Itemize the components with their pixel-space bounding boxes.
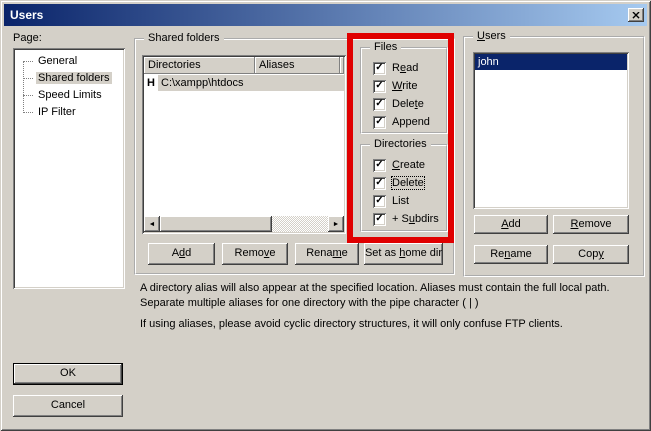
write-checkbox[interactable]: ✓: [373, 80, 386, 93]
read-checkbox[interactable]: ✓: [373, 62, 386, 75]
check-icon: ✓: [373, 177, 386, 189]
list-label: List: [392, 195, 409, 207]
cyclic-note: If using aliases, please avoid cyclic di…: [140, 317, 651, 332]
add-user-button[interactable]: Add: [474, 215, 548, 234]
sidebar-item-general[interactable]: General: [13, 53, 125, 70]
check-icon: ✓: [373, 159, 386, 171]
directories-table-inner: Directories Aliases H C:\xampp\htdocs ◄ …: [144, 57, 344, 232]
table-row[interactable]: H C:\xampp\htdocs: [144, 75, 344, 91]
scroll-right-icon: ►: [333, 221, 340, 228]
home-flag: H: [144, 75, 158, 91]
horizontal-scrollbar[interactable]: ◄ ►: [144, 216, 344, 232]
sidebar-item-ip-filter[interactable]: IP Filter: [13, 104, 125, 121]
column-header-directories[interactable]: Directories: [144, 57, 255, 74]
files-group: Files ✓ Read ✓ Write ✓ Delete ✓ Append: [360, 47, 448, 134]
list-item-john[interactable]: john: [475, 54, 627, 70]
files-group-label: Files: [370, 41, 401, 53]
close-button[interactable]: [628, 8, 644, 22]
close-icon: [632, 12, 640, 19]
checkbox-delete-files[interactable]: ✓ Delete: [373, 97, 424, 111]
check-icon: ✓: [373, 195, 386, 207]
users-dialog: Users Page: General Shared folders Speed…: [0, 0, 651, 431]
scroll-left-icon: ◄: [149, 221, 156, 228]
delete-dirs-checkbox[interactable]: ✓: [373, 177, 386, 190]
delete-dirs-label: Delete: [392, 177, 424, 189]
rename-user-button[interactable]: Rename: [474, 245, 548, 264]
checkbox-delete-dirs[interactable]: ✓ Delete: [373, 176, 424, 190]
check-icon: ✓: [373, 213, 386, 225]
append-label: Append: [392, 116, 430, 128]
column-header-aliases[interactable]: Aliases: [255, 57, 340, 74]
cancel-button[interactable]: Cancel: [13, 395, 123, 417]
create-checkbox[interactable]: ✓: [373, 159, 386, 172]
ok-button[interactable]: OK: [13, 363, 123, 385]
scrollbar-thumb[interactable]: [160, 216, 272, 232]
alias-note: A directory alias will also appear at th…: [140, 281, 651, 311]
checkbox-write[interactable]: ✓ Write: [373, 79, 417, 93]
shared-folders-group-label: Shared folders: [144, 32, 224, 44]
column-header-filler: [340, 57, 344, 74]
list-checkbox[interactable]: ✓: [373, 195, 386, 208]
table-header: Directories Aliases: [144, 57, 344, 74]
window-title: Users: [4, 8, 43, 22]
check-icon: ✓: [373, 116, 386, 128]
delete-files-label: Delete: [392, 98, 424, 110]
check-icon: ✓: [373, 62, 386, 74]
remove-user-button[interactable]: Remove: [553, 215, 629, 234]
copy-user-button[interactable]: Copy: [553, 245, 629, 264]
rename-directory-button[interactable]: Rename: [295, 243, 359, 265]
check-icon: ✓: [373, 98, 386, 110]
append-checkbox[interactable]: ✓: [373, 116, 386, 129]
users-list[interactable]: john: [473, 52, 629, 209]
write-label: Write: [392, 80, 417, 92]
directories-group: Directories ✓ Create ✓ Delete ✓ List ✓ +…: [360, 144, 448, 232]
sidebar-item-shared-folders[interactable]: Shared folders: [13, 70, 125, 87]
sidebar-item-speed-limits[interactable]: Speed Limits: [13, 87, 125, 104]
title-bar: Users: [4, 4, 647, 26]
scroll-left-button[interactable]: ◄: [144, 216, 160, 232]
page-list[interactable]: General Shared folders Speed Limits IP F…: [13, 48, 125, 289]
subdirs-checkbox[interactable]: ✓: [373, 213, 386, 226]
check-icon: ✓: [373, 80, 386, 92]
delete-files-checkbox[interactable]: ✓: [373, 98, 386, 111]
scroll-right-button[interactable]: ►: [328, 216, 344, 232]
checkbox-append[interactable]: ✓ Append: [373, 115, 430, 129]
page-label: Page:: [13, 32, 42, 44]
directories-table[interactable]: Directories Aliases H C:\xampp\htdocs ◄ …: [142, 55, 346, 234]
read-label: Read: [392, 62, 418, 74]
checkbox-create[interactable]: ✓ Create: [373, 158, 425, 172]
remove-directory-button[interactable]: Remove: [222, 243, 288, 265]
directories-group-label: Directories: [370, 138, 431, 150]
create-label: Create: [392, 159, 425, 171]
add-directory-button[interactable]: Add: [148, 243, 215, 265]
checkbox-subdirs[interactable]: ✓ + Subdirs: [373, 212, 439, 226]
directory-cell: C:\xampp\htdocs: [158, 75, 344, 91]
subdirs-label: + Subdirs: [392, 213, 439, 225]
checkbox-list[interactable]: ✓ List: [373, 194, 409, 208]
checkbox-read[interactable]: ✓ Read: [373, 61, 418, 75]
set-as-home-dir-button[interactable]: Set as home dir: [364, 243, 443, 265]
users-group-label: Users: [473, 30, 510, 42]
